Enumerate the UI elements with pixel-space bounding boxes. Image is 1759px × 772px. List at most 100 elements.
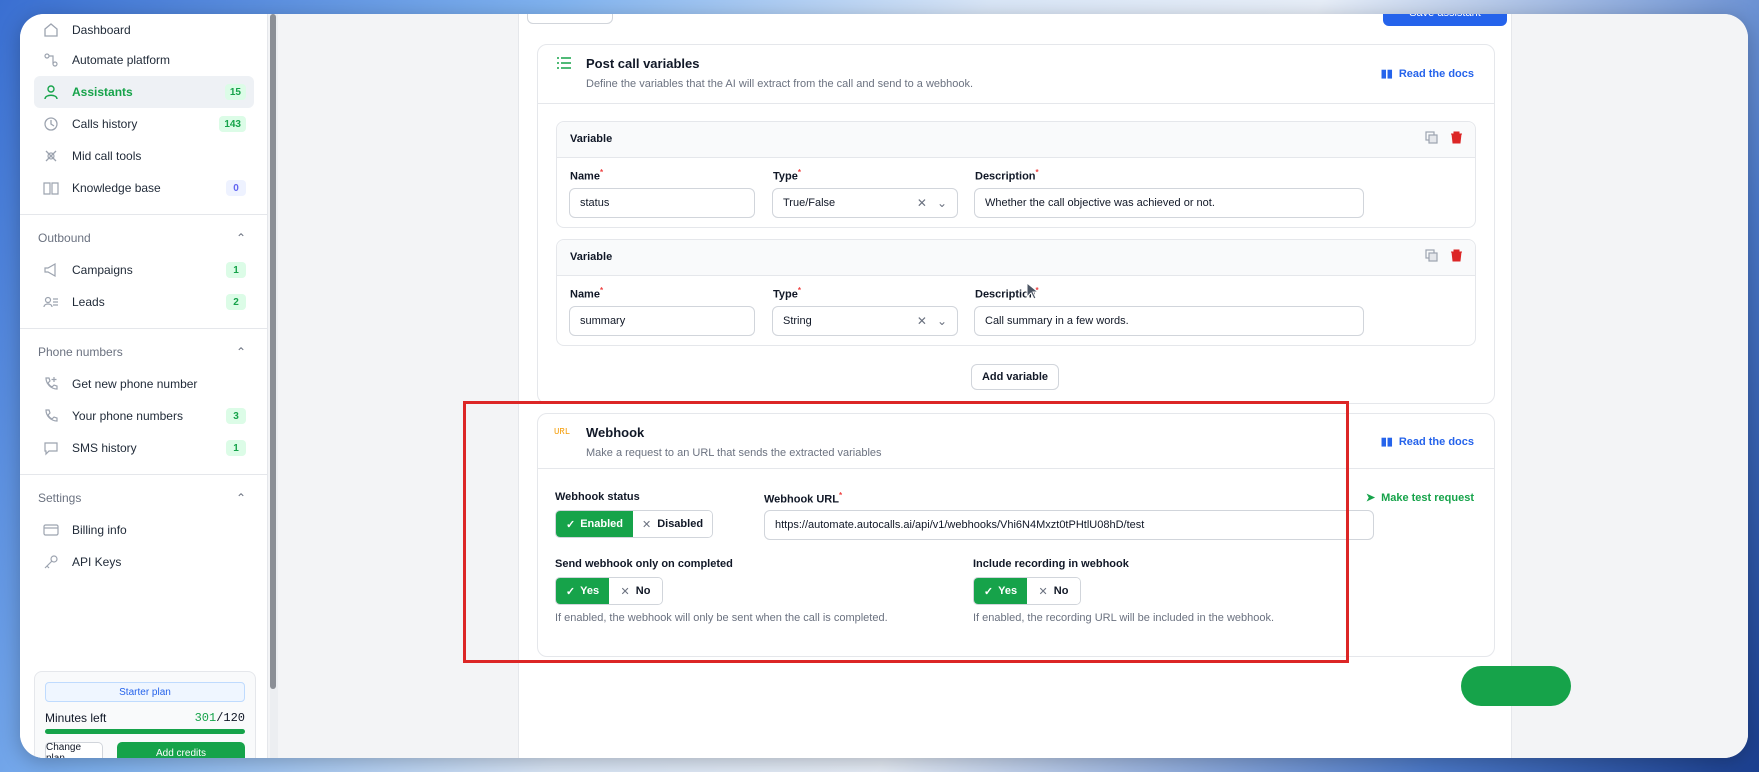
sidebar-item-mid-call-tools[interactable]: Mid call tools (34, 140, 254, 172)
minutes-label: Minutes left (45, 711, 107, 725)
sidebar-item-sms-history[interactable]: SMS history 1 (34, 432, 254, 464)
section-phone-toggle[interactable]: Phone numbers ⌃ (38, 342, 246, 362)
sidebar-item-knowledge-base[interactable]: Knowledge base 0 (34, 172, 254, 204)
x-icon: ✕ (641, 518, 652, 531)
main-content: Go back Save assistant Post call variabl… (278, 14, 1748, 758)
megaphone-icon (42, 261, 60, 279)
minutes-value: 301/120 (194, 711, 245, 725)
add-credits-button[interactable]: Add credits (117, 742, 245, 758)
read-the-docs-link[interactable]: ▮▮ Read the docs (1380, 435, 1474, 449)
sidebar-item-dashboard[interactable]: Dashboard (34, 14, 254, 46)
sidebar-item-assistants[interactable]: Assistants 15 (34, 76, 254, 108)
check-icon: ✓ (565, 585, 576, 598)
sidebar-item-label: Campaigns (72, 263, 133, 277)
variable-type-select[interactable]: True/False ✕ ⌄ (772, 188, 958, 218)
sidebar-item-label: Billing info (72, 523, 127, 537)
disabled-option[interactable]: ✕ Disabled (633, 511, 712, 537)
count-badge: 143 (219, 116, 246, 132)
sidebar-item-label: Calls history (72, 117, 138, 131)
card-subtitle: Make a request to an URL that sends the … (586, 447, 882, 459)
make-test-request-link[interactable]: ➤ Make test request (1366, 491, 1474, 505)
no-option[interactable]: ✕ No (609, 578, 662, 604)
yes-option[interactable]: ✓ Yes (974, 578, 1027, 604)
webhook-status-toggle[interactable]: ✓ Enabled ✕ Disabled (555, 510, 713, 538)
count-badge: 3 (226, 408, 246, 424)
sidebar-item-get-new-phone-number[interactable]: Get new phone number (34, 368, 254, 400)
only-completed-toggle[interactable]: ✓ Yes ✕ No (555, 577, 663, 605)
include-recording-toggle[interactable]: ✓ Yes ✕ No (973, 577, 1081, 605)
webhook-status-label: Webhook status (555, 491, 640, 503)
save-assistant-button[interactable]: Save assistant (1383, 14, 1507, 26)
trash-icon[interactable] (1450, 131, 1463, 149)
count-badge: 1 (226, 440, 246, 456)
variable-type-select[interactable]: String ✕ ⌄ (772, 306, 958, 336)
chevron-up-icon: ⌃ (235, 345, 246, 359)
type-value: String (783, 315, 812, 327)
variable-description-input[interactable]: Whether the call objective was achieved … (974, 188, 1364, 218)
sidebar-scrollbar-thumb[interactable] (270, 14, 276, 689)
card-subtitle: Define the variables that the AI will ex… (586, 78, 974, 90)
sidebar-item-leads[interactable]: Leads 2 (34, 286, 254, 318)
divider (20, 328, 268, 329)
chevron-up-icon: ⌃ (235, 231, 246, 245)
go-back-button[interactable]: Go back (527, 14, 613, 24)
phone-plus-icon (42, 375, 60, 393)
book-icon (42, 179, 60, 197)
minutes-progress-fill (45, 729, 245, 734)
section-settings-toggle[interactable]: Settings ⌃ (38, 488, 246, 508)
variable-description-input[interactable]: Call summary in a few words. (974, 306, 1364, 336)
variable-row: Variable Name* Type* Description* summar… (556, 239, 1476, 346)
sidebar-item-label: Knowledge base (72, 181, 161, 195)
chevron-down-icon[interactable]: ⌄ (937, 314, 947, 328)
trash-icon[interactable] (1450, 249, 1463, 267)
sidebar-item-label: API Keys (72, 555, 122, 569)
change-plan-button[interactable]: Change plan (45, 742, 103, 758)
section-outbound-toggle[interactable]: Outbound ⌃ (38, 228, 246, 248)
clear-icon[interactable]: ✕ (917, 196, 927, 210)
add-variable-button[interactable]: Add variable (971, 364, 1059, 390)
sidebar-item-billing-info[interactable]: Billing info (34, 514, 254, 546)
url-tag-icon: URL (554, 427, 571, 437)
book-icon: ▮▮ (1380, 436, 1393, 448)
only-completed-help: If enabled, the webhook will only be sen… (555, 612, 888, 624)
chat-widget-button[interactable] (1461, 666, 1571, 706)
count-badge: 15 (224, 84, 246, 100)
sidebar-item-campaigns[interactable]: Campaigns 1 (34, 254, 254, 286)
name-label: Name* (570, 286, 604, 301)
section-title: Outbound (38, 231, 91, 245)
sidebar-item-your-phone-numbers[interactable]: Your phone numbers 3 (34, 400, 254, 432)
home-icon (42, 21, 60, 39)
enabled-option[interactable]: ✓ Enabled (556, 511, 634, 537)
phone-list-icon (42, 407, 60, 425)
minutes-row: Minutes left 301/120 (45, 711, 245, 725)
docs-label: Read the docs (1398, 67, 1474, 80)
divider (538, 468, 1494, 469)
include-recording-label: Include recording in webhook (973, 558, 1129, 570)
variable-name-input[interactable]: summary (569, 306, 755, 336)
webhook-url-input[interactable]: https://automate.autocalls.ai/api/v1/web… (764, 510, 1374, 540)
section-title: Phone numbers (38, 345, 123, 359)
yes-option[interactable]: ✓ Yes (556, 578, 609, 604)
clear-icon[interactable]: ✕ (917, 314, 927, 328)
chevron-down-icon[interactable]: ⌄ (937, 196, 947, 210)
copy-icon[interactable] (1425, 131, 1438, 149)
history-icon (42, 115, 60, 133)
divider (538, 103, 1494, 104)
no-option[interactable]: ✕ No (1027, 578, 1080, 604)
divider (20, 214, 268, 215)
x-icon: ✕ (1038, 585, 1048, 598)
user-icon (42, 83, 60, 101)
variable-name-input[interactable]: status (569, 188, 755, 218)
include-recording-help: If enabled, the recording URL will be in… (973, 612, 1275, 624)
sidebar-item-api-keys[interactable]: API Keys (34, 546, 254, 578)
plan-card: Starter plan Minutes left 301/120 Change… (34, 671, 256, 758)
test-label: Make test request (1381, 491, 1474, 504)
sidebar-item-label: Assistants (72, 85, 133, 99)
chat-icon (42, 439, 60, 457)
sidebar-item-automate-platform[interactable]: Automate platform (34, 44, 254, 76)
sidebar-item-calls-history[interactable]: Calls history 143 (34, 108, 254, 140)
list-icon (556, 55, 572, 76)
copy-icon[interactable] (1425, 249, 1438, 267)
read-the-docs-link[interactable]: ▮▮ Read the docs (1381, 67, 1474, 81)
type-label: Type* (773, 168, 801, 183)
